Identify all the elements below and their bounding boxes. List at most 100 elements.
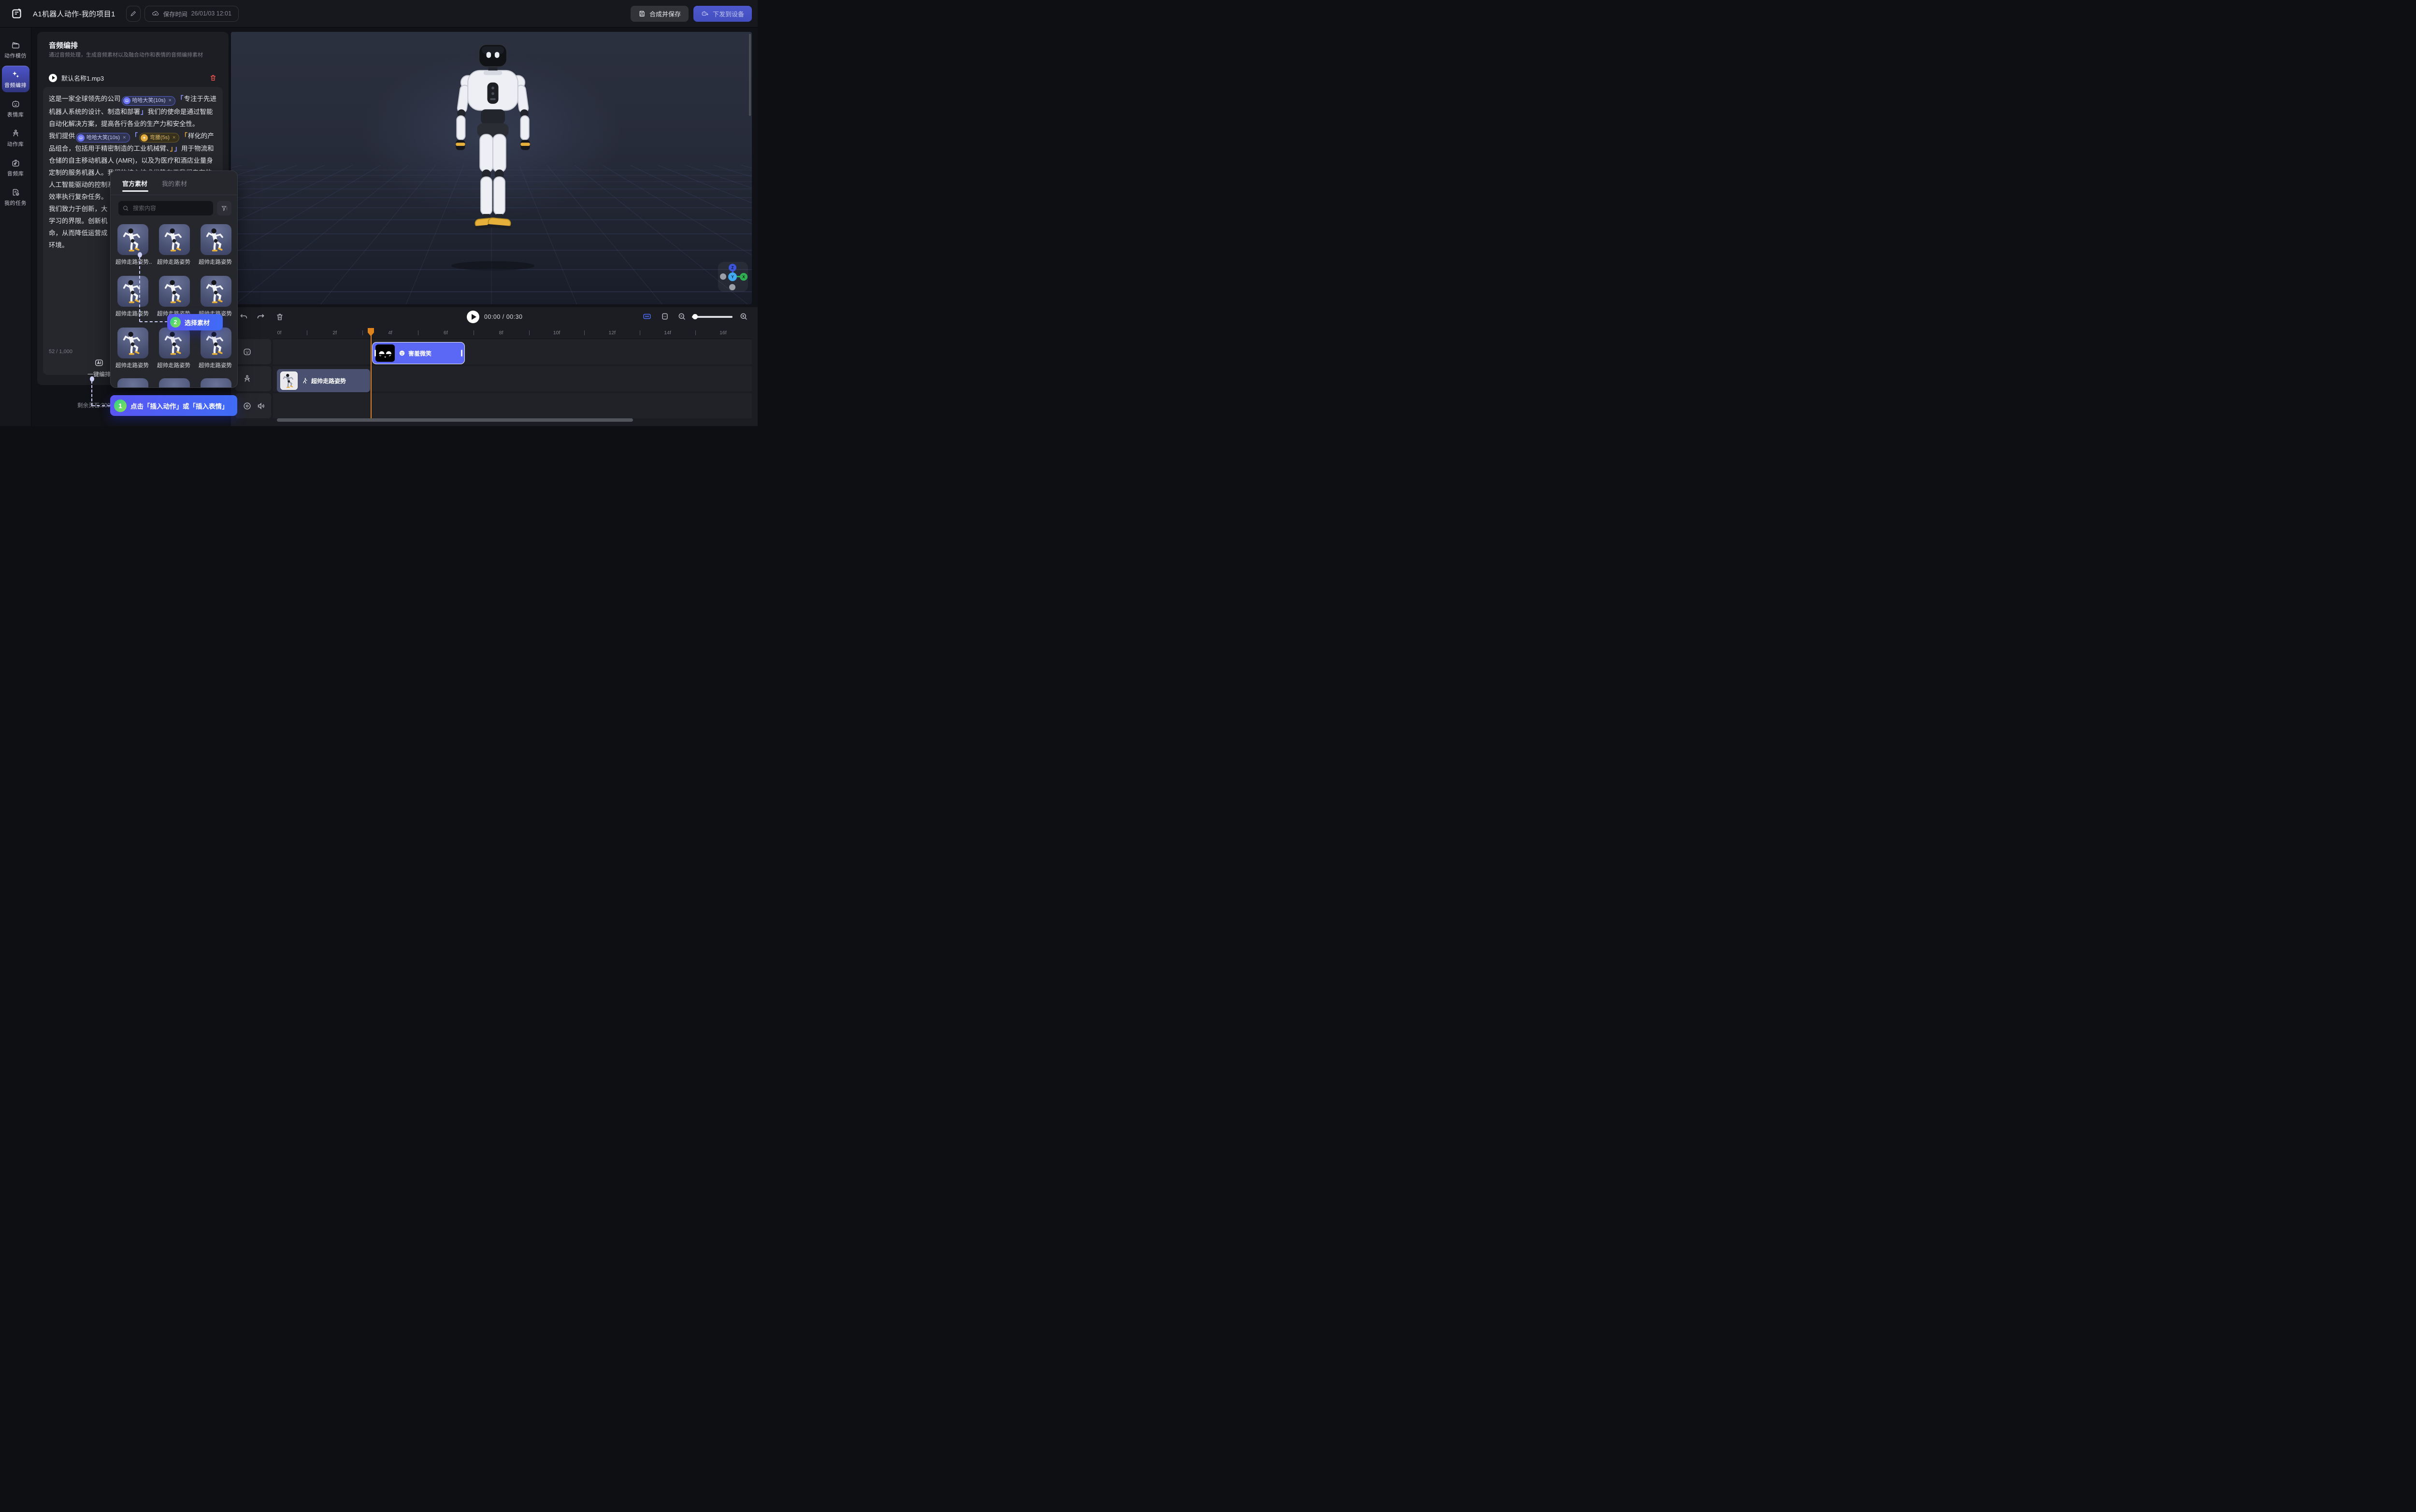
guide-step-1-text: 点击「插入动作」或「插入表情」 [130, 401, 229, 411]
sidebar-item-label: 音频库 [7, 170, 24, 177]
delete-audio-icon[interactable] [209, 74, 217, 82]
timeline-hscrollbar[interactable] [277, 418, 633, 422]
asset-thumbnail-1[interactable] [117, 224, 148, 255]
synthesize-save-button[interactable]: 合成并保存 [631, 6, 689, 22]
ruler-label: 14f [664, 330, 671, 336]
tag-label: 哈哈大笑(10s) [132, 95, 166, 107]
y-axis-handle[interactable]: Y [728, 272, 737, 281]
rename-button[interactable] [126, 6, 141, 22]
guide-step-2-number: 2 [170, 317, 181, 328]
sidebar-item-2[interactable]: 音频编排 [2, 66, 29, 92]
ruler-label: 10f [553, 330, 561, 336]
asset-label: 超帅走路姿势 [157, 258, 194, 266]
asset-label: 超帅走路姿势... [115, 258, 152, 266]
expression-tag[interactable]: 哈哈大笑(10s)× [122, 96, 176, 106]
asset-thumbnail-6[interactable] [201, 276, 231, 307]
close-icon[interactable]: × [169, 95, 172, 107]
asset-thumbnail-partial[interactable] [117, 378, 148, 388]
clip-left-handle[interactable] [374, 350, 376, 357]
viewport-scrollbar[interactable] [749, 34, 751, 116]
neg-z-axis-handle[interactable] [729, 284, 735, 290]
asset-thumbnail-9[interactable] [201, 328, 231, 358]
asset-search-box[interactable] [118, 201, 213, 215]
asset-label: 超帅走路姿势 [199, 361, 235, 369]
asset-thumbnail-partial[interactable] [159, 378, 190, 388]
ruler-label: 6f [444, 330, 448, 336]
save-time-badge: 保存时间 26/01/03 12:01 [144, 6, 239, 22]
viewport-3d[interactable]: Z Y X [231, 32, 752, 304]
axis-gizmo[interactable]: Z Y X [718, 262, 748, 292]
sidebar-item-1[interactable]: 动作模仿 [2, 36, 29, 63]
expression-clip-label: 害羞微笑 [408, 349, 431, 357]
ruler-tick [584, 330, 585, 335]
slider-knob[interactable] [692, 314, 698, 319]
action-track-header [235, 366, 271, 391]
deploy-to-device-button[interactable]: 下发到设备 [693, 6, 752, 22]
timeline-ruler[interactable]: 0f2f4f6f8f10f12f14f16f [273, 328, 752, 339]
timeline-zoom-slider[interactable] [692, 316, 733, 318]
asset-label: 超帅走路姿势 [115, 310, 152, 317]
robot-face-icon [11, 100, 20, 109]
zoom-out-icon[interactable] [677, 312, 686, 321]
redo-icon[interactable] [257, 313, 265, 321]
close-icon[interactable]: × [123, 132, 126, 144]
project-title: A1机器人动作-我的项目1 [33, 9, 115, 19]
asset-thumbnail-3[interactable] [201, 224, 231, 255]
expression-track-icon [243, 347, 252, 357]
pencil-icon [130, 10, 137, 17]
sidebar-item-6[interactable]: 我的任务 [2, 184, 29, 210]
asset-thumbnail-8[interactable] [159, 328, 190, 358]
tab-official-assets[interactable]: 官方素材 [122, 179, 147, 188]
clip-right-handle[interactable] [461, 350, 462, 357]
sidebar-item-label: 表情库 [7, 111, 24, 118]
action-clip[interactable]: 超帅走路姿势 [277, 369, 370, 392]
asset-picker-popup: 官方素材 我的素材 超帅走路姿势...超帅走路姿势超帅走路姿势超帅走路姿势超帅走… [110, 171, 238, 388]
asset-thumbnail-5[interactable] [159, 276, 190, 307]
one-click-arrange-button[interactable]: 一键编排 [87, 358, 111, 378]
expression-track-lane[interactable] [273, 339, 752, 364]
ruler-label: 16f [719, 330, 727, 336]
laugh-face-icon [123, 97, 130, 104]
guide-line-1-v [91, 381, 92, 406]
close-icon[interactable]: × [173, 132, 175, 144]
ruler-label: 2f [332, 330, 337, 336]
sidebar-item-4[interactable]: 动作库 [2, 125, 29, 151]
speaker-icon[interactable] [257, 401, 266, 411]
guide-tooltip-2: 2 选择素材 [167, 314, 223, 330]
clip-view-icon[interactable] [661, 312, 669, 321]
walking-icon [302, 377, 308, 384]
neg-x-axis-handle[interactable] [720, 273, 726, 280]
zoom-in-icon[interactable] [739, 312, 748, 321]
guide-tooltip-1: 1 点击「插入动作」或「插入表情」 [110, 395, 237, 416]
fit-timeline-icon[interactable] [643, 312, 651, 321]
asset-thumbnail-7[interactable] [117, 328, 148, 358]
asset-search-input[interactable] [132, 204, 209, 212]
sidebar-item-3[interactable]: 表情库 [2, 95, 29, 122]
asset-thumbnail-partial[interactable] [201, 378, 231, 388]
audio-track-lane[interactable] [273, 393, 752, 418]
z-axis-handle[interactable]: Z [729, 264, 736, 271]
asset-label: 超帅走路姿势 [199, 258, 235, 266]
trash-icon[interactable] [275, 313, 284, 321]
timeline-time: 00:00 / 00:30 [484, 314, 522, 320]
sidebar-item-5[interactable]: 音频库 [2, 154, 29, 181]
play-audio-button[interactable] [49, 74, 57, 82]
asset-thumbnail-2[interactable] [159, 224, 190, 255]
filter-button[interactable] [217, 201, 231, 215]
tag-bracket: 「 [177, 95, 184, 102]
bend-person-icon [141, 134, 148, 142]
expression-clip[interactable]: 害羞微笑 [372, 342, 465, 364]
undo-icon[interactable] [239, 313, 248, 321]
timeline-play-button[interactable] [467, 311, 479, 323]
expression-tag[interactable]: 哈哈大笑(10s)× [76, 133, 130, 143]
ai-icon [94, 358, 104, 368]
x-axis-handle[interactable]: X [740, 273, 748, 281]
asset-thumbnail-4[interactable] [117, 276, 148, 307]
action-clip-label: 超帅走路姿势 [311, 377, 346, 385]
action-track-icon [243, 374, 252, 384]
tab-my-assets[interactable]: 我的素材 [162, 179, 187, 188]
audio-file-name: 默认名称1.mp3 [61, 73, 104, 83]
action-tag[interactable]: 弯腰(5s)× [139, 133, 179, 143]
app-window: A1机器人动作-我的项目1 保存时间 26/01/03 12:01 合成并保存 … [0, 0, 758, 426]
audio-track-header [235, 393, 271, 418]
